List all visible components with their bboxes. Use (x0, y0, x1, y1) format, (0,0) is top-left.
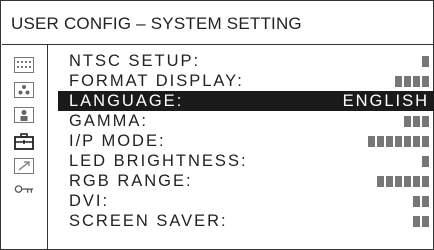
masked-value (422, 55, 429, 67)
category-sidebar (2, 45, 47, 250)
mask-block (422, 215, 429, 227)
mask-block (413, 195, 420, 207)
settings-list: NTSC SETUP: FORMAT DISPLAY: LANGUAGE: EN… (58, 51, 434, 231)
masked-value (422, 155, 429, 167)
mask-block (422, 55, 429, 67)
menu-item-dvi[interactable]: DVI: (58, 191, 434, 211)
mask-block (404, 135, 411, 147)
mask-block (422, 195, 429, 207)
mask-block (422, 135, 429, 147)
menu-item-format-display[interactable]: FORMAT DISPLAY: (58, 71, 434, 91)
masked-value (395, 75, 429, 87)
mask-block (413, 135, 420, 147)
menu-item-label: GAMMA: (69, 111, 148, 130)
mask-block (413, 175, 420, 187)
menu-item-led-brightness[interactable]: LED BRIGHTNESS: (58, 151, 434, 171)
masked-value (413, 195, 429, 207)
mask-block (395, 175, 402, 187)
mask-block (368, 135, 375, 147)
masked-value (368, 135, 429, 147)
arrow-icon[interactable] (14, 158, 34, 174)
mask-block (395, 75, 402, 87)
menu-item-label: LANGUAGE: (69, 91, 184, 110)
mask-block (422, 175, 429, 187)
menu-item-rgb-range[interactable]: RGB RANGE: (58, 171, 434, 191)
key-icon[interactable] (14, 182, 34, 198)
mask-block (422, 115, 429, 127)
masked-value (413, 215, 429, 227)
masked-value (377, 175, 429, 187)
menu-item-label: SCREEN SAVER: (69, 211, 228, 230)
menu-item-ntsc-setup[interactable]: NTSC SETUP: (58, 51, 434, 71)
mask-block (377, 135, 384, 147)
menu-item-value: ENGLISH (342, 91, 429, 110)
menu-item-label: RGB RANGE: (69, 171, 193, 190)
menu-item-label: I/P MODE: (69, 131, 166, 150)
masked-value (404, 115, 429, 127)
mask-block (422, 155, 429, 167)
mask-block (404, 115, 411, 127)
menu-item-label: DVI: (69, 191, 110, 210)
title-divider (2, 44, 434, 45)
mask-block (377, 175, 384, 187)
menu-item-label: FORMAT DISPLAY: (69, 71, 244, 90)
page-title: USER CONFIG – SYSTEM SETTING (11, 14, 302, 33)
menu-item-label: NTSC SETUP: (69, 51, 201, 70)
menu-item-screen-saver[interactable]: SCREEN SAVER: (58, 211, 434, 231)
mask-block (386, 135, 393, 147)
dots-grid-icon[interactable] (14, 57, 34, 73)
mask-block (386, 175, 393, 187)
toolbox-icon[interactable] (14, 133, 34, 150)
mask-block (413, 215, 420, 227)
sidebar-divider (47, 45, 48, 250)
dot-cluster-icon[interactable] (14, 82, 34, 98)
mask-block (395, 135, 402, 147)
menu-item-gamma[interactable]: GAMMA: (58, 111, 434, 131)
osd-window: USER CONFIG – SYSTEM SETTING NTSC SETUP:… (0, 0, 434, 250)
menu-item-ip-mode[interactable]: I/P MODE: (58, 131, 434, 151)
mask-block (404, 175, 411, 187)
menu-item-label: LED BRIGHTNESS: (69, 151, 248, 170)
person-icon[interactable] (14, 107, 34, 123)
mask-block (413, 75, 420, 87)
mask-block (404, 75, 411, 87)
mask-block (422, 75, 429, 87)
mask-block (413, 115, 420, 127)
menu-item-language[interactable]: LANGUAGE: ENGLISH (58, 91, 434, 111)
